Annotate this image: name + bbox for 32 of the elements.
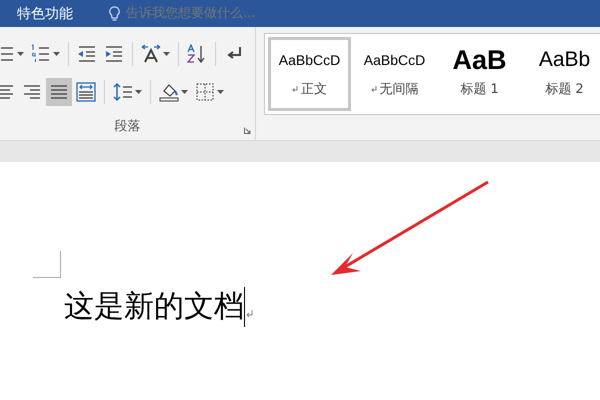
lightbulb-icon [109,6,120,22]
style-preview: AaB [452,44,506,76]
dialog-launcher-icon[interactable] [244,127,251,134]
margin-corner-mark [33,251,61,278]
group-label: 段落 [114,118,140,135]
ribbon-tab[interactable]: 特色功能 [0,4,93,22]
line-spacing-icon [113,82,133,102]
increase-indent-icon [104,44,124,64]
shading-icon [159,82,179,102]
justify-button[interactable] [46,78,72,106]
borders-icon [195,82,215,102]
document-text: 这是新的文档 [64,288,244,326]
style-name: 标题 2 [545,81,584,98]
caret-icon [135,90,142,94]
numbered-list-icon [31,44,51,64]
style-name: 正文 [301,81,327,98]
sort-icon [187,44,207,64]
style-name: 无间隔 [380,81,418,98]
style-preview: AaBb [538,47,590,73]
caret-icon [163,52,170,56]
style-preview: AaBbCcD [278,51,340,70]
style-item[interactable]: AaBbCcD 正文 [268,37,351,111]
caret-icon [53,52,60,56]
style-preview: AaBbCcD [364,51,426,70]
distribute-icon [76,82,96,102]
text-direction-icon [141,44,161,64]
caret-icon [217,90,224,94]
decrease-indent-icon [77,44,97,64]
tell-me-field[interactable]: 告诉我您想要做什么... [124,5,298,22]
caret-icon [17,52,24,56]
caret-icon [181,90,188,94]
style-name: 标题 1 [460,81,499,98]
